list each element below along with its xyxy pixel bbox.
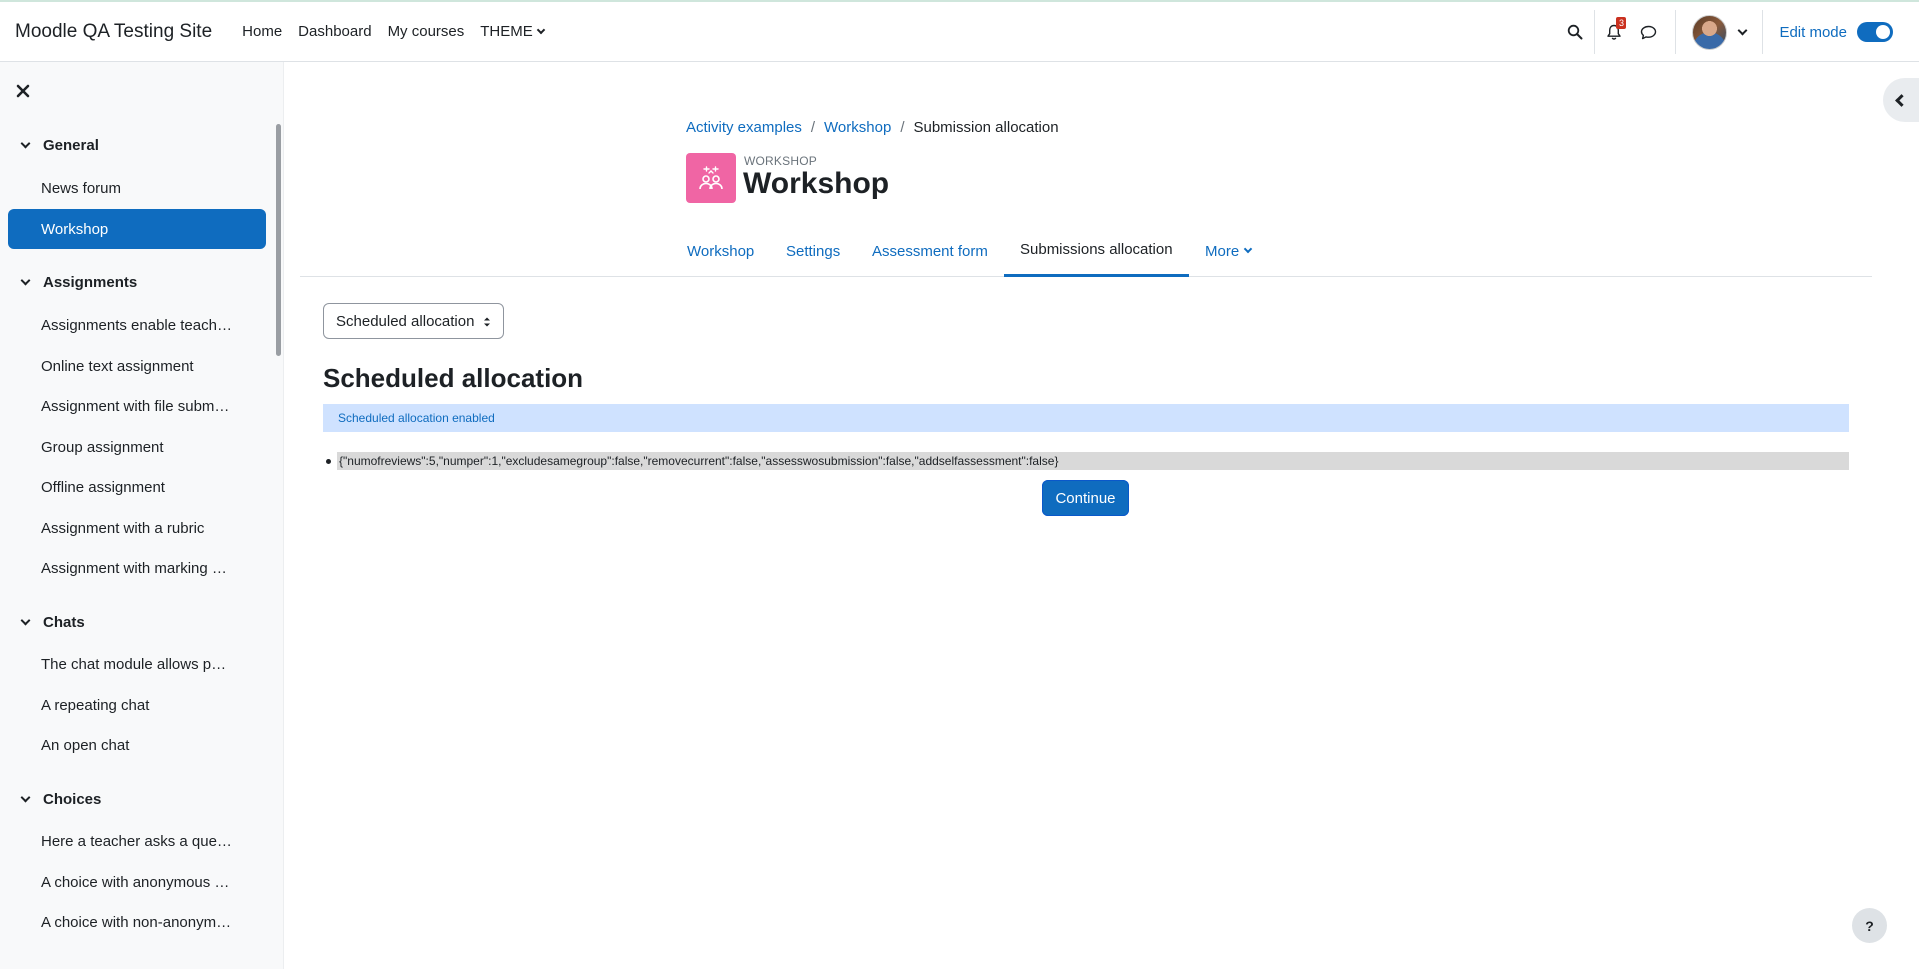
nav-my-courses[interactable]: My courses xyxy=(380,2,473,61)
open-block-drawer-button[interactable] xyxy=(1883,78,1919,122)
nav-home[interactable]: Home xyxy=(234,2,290,61)
search-button[interactable] xyxy=(1556,2,1594,62)
tab-more-dropdown[interactable]: More xyxy=(1189,225,1267,277)
course-index-item[interactable]: Here a teacher asks a que… xyxy=(8,821,266,861)
notification-count-badge: 3 xyxy=(1616,17,1627,29)
allocation-settings-text: {"numofreviews":5,"numper":1,"excludesam… xyxy=(337,452,1849,470)
chevron-down-icon xyxy=(536,25,545,34)
chevron-down-icon xyxy=(20,615,31,625)
course-index-item[interactable]: Offline assignment xyxy=(8,467,266,507)
breadcrumb: Activity examples / Workshop / Submissio… xyxy=(686,119,1059,136)
nav-theme-dropdown[interactable]: THEME xyxy=(472,2,552,61)
section-title: Chats xyxy=(43,614,85,631)
breadcrumb-link[interactable]: Activity examples xyxy=(686,119,802,136)
section-assignments[interactable]: Assignments xyxy=(20,274,137,291)
section-choices[interactable]: Choices xyxy=(20,791,101,808)
breadcrumb-link[interactable]: Workshop xyxy=(824,119,891,136)
course-index-item[interactable]: A choice with anonymous … xyxy=(8,862,266,902)
status-alert: Scheduled allocation enabled xyxy=(323,404,1849,432)
tab-submissions-allocation[interactable]: Submissions allocation xyxy=(1004,225,1189,277)
course-index-item[interactable]: A repeating chat xyxy=(8,685,266,725)
section-title: Choices xyxy=(43,791,102,808)
course-index-item-active[interactable]: Workshop xyxy=(8,209,266,249)
notifications-button[interactable]: 3 xyxy=(1595,2,1633,62)
edit-mode-switch[interactable]: Edit mode xyxy=(1763,22,1919,42)
breadcrumb-current: Submission allocation xyxy=(913,119,1059,136)
course-index-item[interactable]: An open chat xyxy=(8,725,266,765)
close-drawer-button[interactable] xyxy=(16,82,34,100)
course-index-item[interactable]: Group assignment xyxy=(8,427,266,467)
primary-navigation: Home Dashboard My courses THEME xyxy=(234,2,552,61)
chevron-down-icon xyxy=(1738,25,1748,35)
course-index-item[interactable]: News forum xyxy=(8,168,266,208)
course-index-item[interactable]: Assignment with marking … xyxy=(8,548,266,588)
course-index-item[interactable]: Assignment with a rubric xyxy=(8,508,266,548)
help-button[interactable]: ? xyxy=(1852,908,1887,943)
continue-button[interactable]: Continue xyxy=(1042,480,1129,516)
page-title: Workshop xyxy=(743,167,890,200)
section-title: Assignments xyxy=(43,274,138,291)
close-icon xyxy=(16,84,30,98)
navbar-right: 3 Edit mode xyxy=(1556,2,1919,62)
course-index-item[interactable]: The chat module allows p… xyxy=(8,644,266,684)
breadcrumb-separator: / xyxy=(810,119,816,136)
chevron-down-icon xyxy=(1243,244,1253,254)
site-brand[interactable]: Moodle QA Testing Site xyxy=(15,21,212,43)
section-general[interactable]: General xyxy=(20,137,99,154)
chevron-left-icon xyxy=(1895,93,1908,107)
workshop-activity-icon xyxy=(686,153,736,203)
messages-button[interactable] xyxy=(1633,2,1663,62)
select-arrows-icon xyxy=(484,317,490,327)
nav-dashboard[interactable]: Dashboard xyxy=(290,2,379,61)
chevron-down-icon xyxy=(20,275,31,285)
edit-mode-label: Edit mode xyxy=(1779,23,1847,41)
chat-bubble-icon xyxy=(1640,25,1657,39)
allocator-select[interactable]: Scheduled allocation xyxy=(323,303,504,339)
drawer-scrollbar[interactable] xyxy=(276,124,281,356)
course-index-item[interactable]: A choice with non-anonym… xyxy=(8,902,266,942)
top-navbar: Moodle QA Testing Site Home Dashboard My… xyxy=(0,0,1919,62)
bullet-icon xyxy=(326,458,331,464)
secondary-navigation: Workshop Settings Assessment form Submis… xyxy=(300,225,1872,277)
activity-type-label: WORKSHOP xyxy=(744,154,817,168)
search-icon xyxy=(1568,24,1583,40)
workshop-icon xyxy=(699,166,723,190)
avatar xyxy=(1692,14,1728,50)
nav-theme-label: THEME xyxy=(480,23,533,40)
section-title: General xyxy=(43,137,99,154)
tab-more-label: More xyxy=(1205,242,1240,260)
course-index-item[interactable]: Assignment with file subm… xyxy=(8,386,266,426)
list-item: {"numofreviews":5,"numper":1,"excludesam… xyxy=(326,452,1849,470)
course-index-item[interactable]: Assignments enable teach… xyxy=(8,305,266,345)
edit-mode-toggle[interactable] xyxy=(1857,22,1893,42)
user-menu[interactable] xyxy=(1676,14,1758,50)
tab-workshop[interactable]: Workshop xyxy=(671,225,770,277)
chevron-down-icon xyxy=(20,138,31,148)
section-heading: Scheduled allocation xyxy=(323,363,584,393)
allocator-select-value: Scheduled allocation xyxy=(336,312,475,330)
course-index-item[interactable]: Online text assignment xyxy=(8,346,266,386)
section-chats[interactable]: Chats xyxy=(20,614,85,631)
chevron-down-icon xyxy=(20,792,31,802)
course-index-drawer: General News forum Workshop Assignments … xyxy=(0,62,284,969)
tab-assessment-form[interactable]: Assessment form xyxy=(856,225,1004,277)
tab-settings[interactable]: Settings xyxy=(770,225,856,277)
breadcrumb-separator: / xyxy=(900,119,905,136)
